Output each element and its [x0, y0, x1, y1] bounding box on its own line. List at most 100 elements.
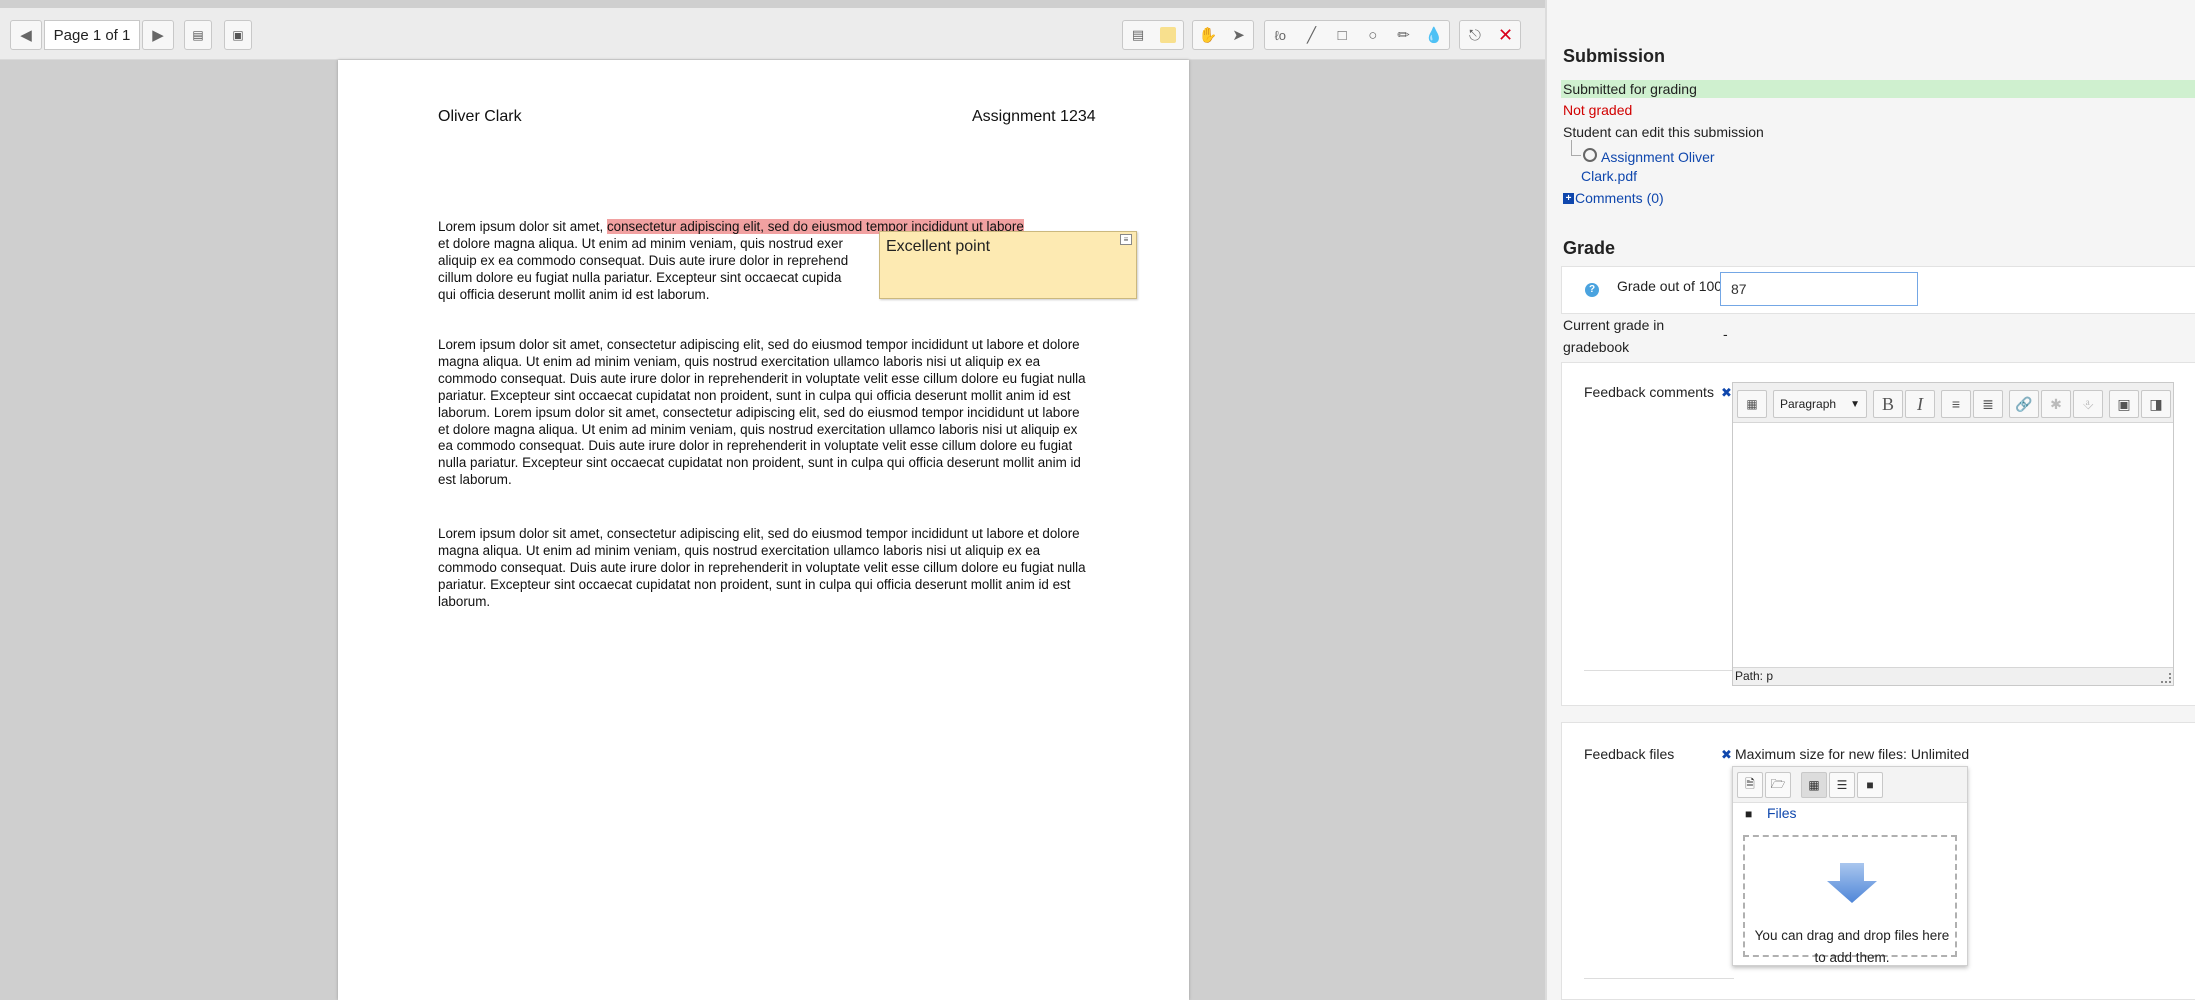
link-icon: 🔗	[2015, 395, 2033, 412]
toolbar-toggle-icon: ▦	[1746, 397, 1758, 411]
numbered-list-button[interactable]: ≣	[1973, 390, 2003, 418]
drop-instructions: You can drag and drop files here to add …	[1745, 925, 1959, 969]
max-size-text: Maximum size for new files: Unlimited	[1735, 746, 1970, 762]
pdf-page[interactable]: Oliver Clark Assignment 1234 Lorem ipsum…	[338, 60, 1189, 1000]
triangle-right-icon: ▶	[152, 27, 164, 44]
comment-text[interactable]: Excellent point	[886, 238, 990, 255]
select-tool-button[interactable]: ➤	[1223, 21, 1253, 49]
feedback-divider	[1584, 670, 1734, 671]
comment-list-icon: ▣	[232, 28, 244, 42]
create-folder-button[interactable]: 🗁	[1765, 772, 1791, 798]
next-page-button[interactable]: ▶	[142, 20, 174, 50]
comments-expand-icon[interactable]: +	[1563, 193, 1574, 204]
grid-icon: ▦	[1808, 778, 1820, 792]
bullet-list-icon: ≡	[1951, 396, 1961, 412]
file-link-line1[interactable]: Assignment Oliver	[1601, 146, 1715, 168]
media-button[interactable]: ◨	[2141, 390, 2171, 418]
pen-tool-button[interactable]: ℓo	[1265, 21, 1296, 49]
oval-tool-button[interactable]: ○	[1357, 21, 1388, 49]
resize-handle-icon[interactable]	[2161, 673, 2171, 683]
doc-paragraph-3: Lorem ipsum dolor sit amet, consectetur …	[438, 526, 1086, 609]
files-breadcrumb[interactable]: Files	[1767, 805, 1797, 821]
circle-icon: ○	[1368, 26, 1378, 44]
list-icon: ☰	[1836, 778, 1848, 792]
line-tool-button[interactable]: ╱	[1296, 21, 1327, 49]
editor-text-area[interactable]	[1733, 423, 2173, 667]
chevron-down-icon: ▼	[1850, 398, 1860, 410]
anchor-icon: ⎀	[2082, 395, 2094, 412]
para1-text: Lorem ipsum dolor sit amet,	[438, 219, 607, 234]
submission-file-link[interactable]: Assignment Oliver	[1601, 146, 1715, 168]
link-button[interactable]: 🔗	[2009, 390, 2039, 418]
image-button[interactable]: ▣	[2109, 390, 2139, 418]
folder-icon: ■	[1745, 807, 1753, 821]
annotation-color-button[interactable]: 💧	[1418, 21, 1449, 49]
help-icon[interactable]: ?	[1585, 283, 1599, 297]
select-tools: ✋ ➤	[1192, 20, 1254, 50]
file-manager: 🗎 🗁 ▦ ☰ ■ ■ Files You can drag and drop …	[1732, 766, 1968, 966]
editor-path: Path: p	[1733, 667, 2173, 685]
view-tree-button[interactable]: ■	[1857, 772, 1883, 798]
media-icon: ◨	[2149, 395, 2163, 412]
delete-button[interactable]: ✕	[1490, 21, 1520, 49]
pan-tool-button[interactable]: ✋	[1193, 21, 1223, 49]
feedback-editor[interactable]: ▦ Paragraph ▼ B I ≡ ≣ 🔗 ✱ ⎀ ▣ ◨ Path: p	[1732, 382, 2174, 686]
doc-author: Oliver Clark	[438, 108, 522, 125]
pen-scribble-icon: ℓo	[1274, 27, 1287, 43]
comments-link[interactable]: Comments (0)	[1575, 190, 1664, 206]
view-list-button[interactable]: ☰	[1829, 772, 1855, 798]
rectangle-icon: □	[1337, 26, 1347, 44]
color-swatch-icon	[1160, 27, 1177, 43]
toolbar-toggle-button[interactable]: ▦	[1737, 390, 1767, 418]
italic-icon: I	[1917, 393, 1923, 414]
italic-button[interactable]: I	[1905, 390, 1935, 418]
bold-button[interactable]: B	[1873, 390, 1903, 418]
format-label: Paragraph	[1780, 397, 1837, 411]
file-drop-zone[interactable]: You can drag and drop files here to add …	[1743, 835, 1957, 965]
rectangle-tool-button[interactable]: □	[1326, 21, 1357, 49]
comment-note[interactable]: Excellent point ≡	[879, 231, 1137, 299]
submission-file-link-cont[interactable]: Clark.pdf	[1581, 168, 1637, 184]
paragraph-format-select[interactable]: Paragraph ▼	[1773, 390, 1867, 418]
grade-label: Grade out of 100	[1617, 278, 1723, 294]
anchor-button[interactable]: ⎀	[2073, 390, 2103, 418]
triangle-left-icon: ◀	[20, 27, 32, 44]
line-icon: ╱	[1306, 27, 1316, 44]
files-fullscreen-icon[interactable]: ✖	[1721, 748, 1734, 761]
pointer-icon: ➤	[1232, 27, 1245, 44]
doc-paragraph-2: Lorem ipsum dolor sit amet, consectetur …	[438, 337, 1086, 488]
image-icon: ▣	[2117, 395, 2131, 412]
edit-status: Student can edit this submission	[1563, 124, 1764, 140]
search-comments-button[interactable]: ▤	[184, 20, 212, 50]
submission-status: Submitted for grading	[1561, 80, 2195, 98]
close-icon: ✕	[1497, 24, 1514, 45]
view-icons-button[interactable]: ▦	[1801, 772, 1827, 798]
current-grade-value: -	[1723, 326, 1728, 342]
file-tree-line	[1571, 140, 1581, 156]
bullet-list-button[interactable]: ≡	[1941, 390, 1971, 418]
comment-tool-button[interactable]: ▤	[1123, 21, 1153, 49]
folder-icon: 🗁	[1770, 776, 1786, 791]
numbered-list-icon: ≣	[1982, 395, 1994, 412]
page-select[interactable]: Page 1 of 1	[44, 20, 140, 50]
prev-page-button[interactable]: ◀	[10, 20, 42, 50]
comment-color-button[interactable]	[1153, 21, 1183, 49]
bold-icon: B	[1881, 393, 1894, 414]
files-divider	[1584, 978, 1734, 979]
comment-tools: ▤	[1122, 20, 1184, 50]
feedback-comments-label: Feedback comments	[1584, 384, 1714, 400]
annotation-toolbar: ◀ Page 1 of 1 ▶ ▤ ▣ ▤ ✋ ➤ ℓo ╱ □ ○ ✏ 💧 ⎋…	[0, 8, 1545, 60]
expand-comments-button[interactable]: ▣	[224, 20, 252, 50]
unlink-button[interactable]: ✱	[2041, 390, 2071, 418]
highlighter-icon: ✏	[1397, 27, 1410, 44]
comment-menu-icon[interactable]: ≡	[1120, 234, 1132, 245]
stamp-icon: ⎋	[1469, 26, 1481, 44]
submission-heading: Submission	[1563, 46, 1666, 66]
highlight-tool-button[interactable]: ✏	[1388, 21, 1419, 49]
add-file-button[interactable]: 🗎	[1737, 772, 1763, 798]
grade-input[interactable]: 87	[1720, 272, 1918, 306]
drop-text-line2: to add them.	[1814, 950, 1890, 965]
current-grade-label-2: gradebook	[1563, 339, 1630, 355]
search-comments-icon: ▤	[192, 28, 204, 42]
stamp-tool-button[interactable]: ⎋	[1460, 21, 1490, 49]
